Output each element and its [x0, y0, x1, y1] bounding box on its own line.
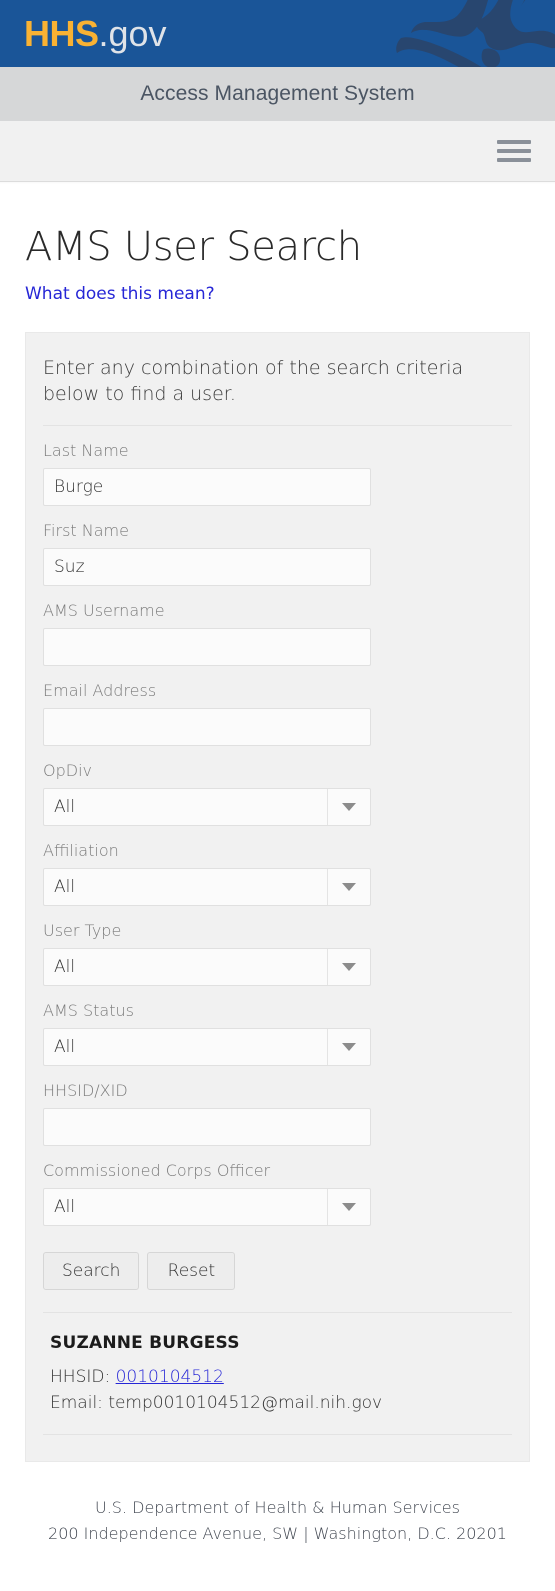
select-opdiv-value: All — [54, 797, 76, 817]
search-input-ams-username[interactable] — [43, 628, 371, 666]
field-group-affiliation: Affiliation All — [43, 841, 512, 906]
result-hhsid-label: HHSID: — [50, 1367, 111, 1387]
field-group-email-address: Email Address — [43, 681, 512, 746]
field-group-commissioned-corps-officer: Commissioned Corps Officer All — [43, 1161, 512, 1226]
label-affiliation: Affiliation — [43, 841, 119, 860]
select-affiliation-value: All — [54, 877, 76, 897]
select-user-type-value: All — [54, 957, 76, 977]
app-title: Access Management System — [140, 82, 415, 105]
footer-address-line: 200 Independence Avenue, SW | Washington… — [48, 1524, 507, 1543]
label-first-name: First Name — [43, 521, 129, 540]
field-group-hhsid-xid: HHSID/XID — [43, 1081, 512, 1146]
field-group-opdiv: OpDiv All — [43, 761, 512, 826]
form-instructions: Enter any combination of the search crit… — [43, 357, 464, 405]
search-button[interactable]: Search — [43, 1252, 140, 1290]
field-group-ams-username: AMS Username — [43, 601, 512, 666]
chevron-down-icon — [328, 949, 370, 985]
search-input-last-name[interactable] — [43, 468, 371, 506]
select-commissioned-corps-officer-value: All — [54, 1197, 76, 1217]
app-title-bar: Access Management System — [0, 67, 555, 121]
chevron-down-icon — [328, 1189, 370, 1225]
field-group-last-name: Last Name — [43, 441, 512, 506]
label-last-name: Last Name — [43, 441, 129, 460]
search-result-item: SUZANNE BURGESS HHSID: 0010104512 Email:… — [43, 1313, 512, 1416]
result-email-value: temp0010104512@mail.nih.gov — [108, 1393, 383, 1413]
field-group-ams-status: AMS Status All — [43, 1001, 512, 1066]
select-commissioned-corps-officer[interactable]: All — [43, 1188, 371, 1226]
label-user-type: User Type — [43, 921, 122, 940]
label-hhsid-xid: HHSID/XID — [43, 1081, 128, 1100]
what-does-this-mean-link[interactable]: What does this mean? — [25, 284, 215, 304]
result-hhsid-line: HHSID: 0010104512 — [50, 1364, 512, 1390]
result-email-line: Email: temp0010104512@mail.nih.gov — [50, 1390, 512, 1416]
chevron-down-icon — [328, 789, 370, 825]
hhs-logo-primary-text: HHS — [24, 13, 99, 54]
chevron-down-icon — [328, 869, 370, 905]
select-ams-status-value: All — [54, 1037, 76, 1057]
results-bottom-divider — [43, 1434, 512, 1435]
hamburger-bar-2 — [497, 149, 531, 153]
field-group-user-type: User Type All — [43, 921, 512, 986]
hhs-bird-logo-icon — [396, 0, 555, 67]
select-affiliation[interactable]: All — [43, 868, 371, 906]
select-ams-status[interactable]: All — [43, 1028, 371, 1066]
label-ams-username: AMS Username — [43, 601, 165, 620]
page-root: HHS.gov Access Management System AMS Use… — [0, 0, 555, 1591]
hhs-gov-logo[interactable]: HHS.gov — [24, 12, 167, 56]
result-user-name: SUZANNE BURGESS — [50, 1333, 240, 1353]
search-input-email-address[interactable] — [43, 708, 371, 746]
footer-department-line: U.S. Department of Health & Human Servic… — [95, 1498, 460, 1517]
select-user-type[interactable]: All — [43, 948, 371, 986]
search-input-hhsid-xid[interactable] — [43, 1108, 371, 1146]
instructions-divider — [43, 425, 512, 426]
result-email-label: Email: — [50, 1393, 103, 1413]
hhs-banner: HHS.gov — [0, 0, 555, 67]
label-commissioned-corps-officer: Commissioned Corps Officer — [43, 1161, 271, 1180]
page-title: AMS User Search — [25, 224, 362, 270]
select-opdiv[interactable]: All — [43, 788, 371, 826]
reset-button[interactable]: Reset — [147, 1252, 236, 1290]
hhs-logo-secondary-text: .gov — [98, 13, 167, 54]
form-button-row: Search Reset — [43, 1252, 512, 1290]
label-email-address: Email Address — [43, 681, 157, 700]
hamburger-bar-3 — [497, 158, 531, 162]
label-ams-status: AMS Status — [43, 1001, 134, 1020]
search-form-panel: Enter any combination of the search crit… — [25, 332, 530, 1462]
main-content: AMS User Search What does this mean? Ent… — [0, 222, 555, 1547]
chevron-down-icon — [328, 1029, 370, 1065]
navigation-bar — [0, 121, 555, 184]
hamburger-bar-1 — [497, 140, 531, 144]
label-opdiv: OpDiv — [43, 761, 92, 780]
page-footer: U.S. Department of Health & Human Servic… — [25, 1462, 530, 1547]
hamburger-menu-icon[interactable] — [495, 136, 533, 166]
result-hhsid-link[interactable]: 0010104512 — [116, 1367, 224, 1387]
field-group-first-name: First Name — [43, 521, 512, 586]
search-input-first-name[interactable] — [43, 548, 371, 586]
